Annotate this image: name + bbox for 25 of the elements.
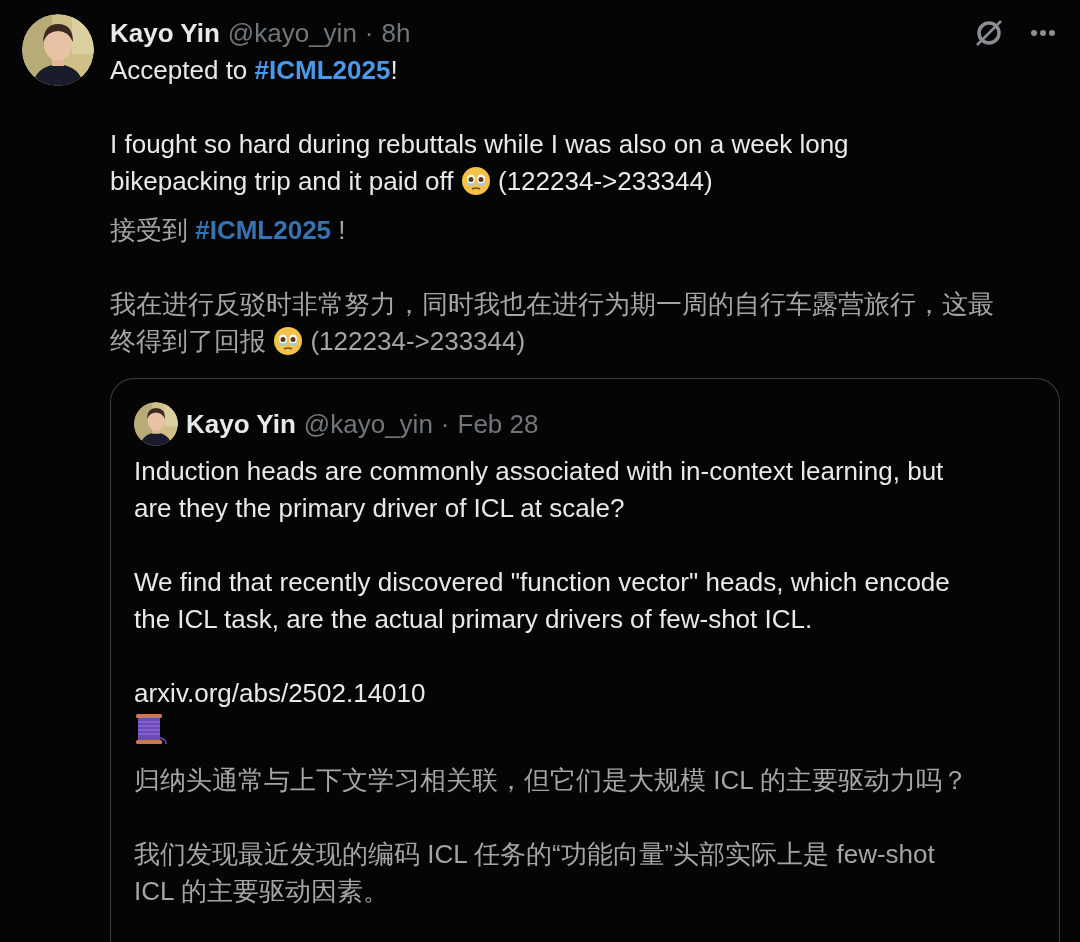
translated-text: 我在进行反驳时非常努力，同时我也在进行为期一周的自行车露营旅行，这最 终得到了回报 (122234->233344) <box>110 288 995 358</box>
thread-spool-icon <box>134 712 168 746</box>
translated-text: 归纳头通常与上下文学习相关联，但它们是大规模 ICL 的主要驱动力吗？ <box>134 764 969 797</box>
quoted-tweet-card[interactable] <box>110 378 1060 942</box>
emoji-icon <box>460 166 491 196</box>
post-text: Accepted to #ICML2025! <box>110 54 399 87</box>
hashtag-link[interactable]: #ICML2025 <box>195 215 332 245</box>
hashtag-link[interactable]: #ICML2025 <box>254 55 391 85</box>
post-text: I fought so hard during rebuttals while I was also on a week long bikepacking trip and it paid off (122234->233344) <box>110 128 850 198</box>
post-text: We find that recently discovered "function vector" heads, which encode the ICL task, are the actual primary drivers of few-shot ICL. <box>134 566 951 636</box>
translated-text: 接受到 #ICML2025 ! <box>110 214 347 247</box>
separator-dot: · <box>364 16 374 50</box>
emoji-icon <box>273 326 304 356</box>
more-icon[interactable] <box>1030 29 1056 37</box>
post-time[interactable]: 8h <box>381 13 411 53</box>
separator-dot: · <box>440 407 450 441</box>
author-name[interactable]: Kayo Yin <box>186 404 296 444</box>
author-handle[interactable]: @kayo_yin <box>227 13 357 53</box>
post-text: Induction heads are commonly associated with in-context learning, but are they the primary driver of ICL at scale? <box>134 455 945 525</box>
post-time[interactable]: Feb 28 <box>457 404 539 444</box>
slashed-circle-icon[interactable] <box>974 18 1004 48</box>
author-handle[interactable]: @kayo_yin <box>303 404 433 444</box>
translated-text: 我们发现最近发现的编码 ICL 任务的“功能向量”头部实际上是 few-shot ICL 的主要驱动因素。 <box>134 838 936 908</box>
author-name[interactable]: Kayo Yin <box>110 13 220 53</box>
url-link[interactable]: arxiv.org/abs/2502.14010 <box>134 678 426 708</box>
